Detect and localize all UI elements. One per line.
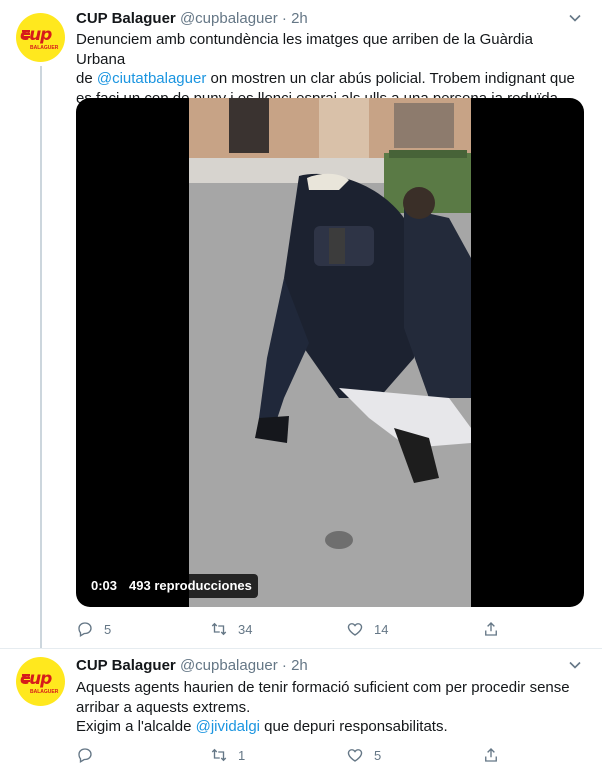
thread-connector-line: [40, 66, 42, 648]
caret-down-icon[interactable]: [568, 11, 582, 25]
video-info-badge: 0:03 493 reproducciones: [85, 574, 258, 598]
tweet-text-line: Denunciem amb contundència les imatges q…: [76, 31, 533, 68]
reply-icon: [78, 622, 92, 637]
author-handle[interactable]: @cupbalaguer: [180, 657, 278, 674]
tweet-header: CUP Balaguer @cupbalaguer · 2h: [76, 9, 308, 29]
text-segment: de: [76, 70, 97, 87]
share-icon: [485, 622, 497, 636]
avatar[interactable]: cup BALAGUER: [16, 13, 65, 62]
avatar-logo-subtitle: BALAGUER: [30, 689, 59, 695]
avatar-logo-text: cup: [20, 669, 52, 689]
tweet-header: CUP Balaguer @cupbalaguer · 2h: [76, 656, 308, 676]
tweet-text-line: Aquests agents haurien de tenir formació…: [76, 679, 570, 696]
share-icon: [485, 748, 497, 762]
retweet-button[interactable]: 34: [210, 619, 252, 639]
mention-link[interactable]: @ciutatbalaguer: [97, 70, 206, 87]
reply-button[interactable]: 5: [76, 619, 111, 639]
author-handle[interactable]: @cupbalaguer: [180, 10, 278, 27]
tweet-text-line: arribar a aquests extrems.: [76, 698, 251, 716]
tweet-text-line: de @ciutatbalaguer on mostren un clar ab…: [76, 69, 586, 89]
avatar-logo-subtitle: BALAGUER: [30, 45, 59, 51]
text-segment: on mostren un clar abús policial. Trobem…: [206, 70, 575, 87]
like-button[interactable]: 5: [346, 745, 381, 765]
tweet-text-line: Exigim a l'alcalde @jividalgi que depuri…: [76, 717, 586, 737]
tweet-text: Aquests agents haurien de tenir formació…: [76, 678, 586, 737]
author-name[interactable]: CUP Balaguer: [76, 10, 176, 27]
video-elapsed-time: 0:03: [91, 578, 118, 593]
text-segment: Exigim a l'alcalde: [76, 718, 196, 735]
timestamp[interactable]: 2h: [291, 657, 308, 674]
like-count: 14: [374, 621, 389, 637]
tweet[interactable]: cup BALAGUER CUP Balaguer @cupbalaguer ·…: [0, 0, 602, 648]
mention-link[interactable]: @jividalgi: [196, 718, 260, 735]
retweet-count: 34: [238, 621, 253, 637]
video-frame: [189, 98, 471, 607]
retweet-icon: [211, 748, 227, 762]
avatar-logo-text: cup: [20, 25, 52, 45]
like-button[interactable]: 14: [346, 619, 388, 639]
caret-down-icon[interactable]: [568, 658, 582, 672]
video-view-count: 493 reproducciones: [129, 578, 252, 593]
retweet-icon: [211, 622, 227, 636]
share-button[interactable]: [482, 745, 500, 765]
tweet-text: Denunciem amb contundència les imatges q…: [76, 30, 586, 108]
share-button[interactable]: [482, 619, 500, 639]
timestamp[interactable]: 2h: [291, 10, 308, 27]
video-player[interactable]: 0:03 493 reproducciones: [76, 98, 584, 607]
like-count: 5: [374, 747, 382, 763]
reply-count: 5: [104, 621, 112, 637]
separator-dot: ·: [281, 657, 287, 674]
avatar[interactable]: cup BALAGUER: [16, 657, 65, 706]
author-name[interactable]: CUP Balaguer: [76, 657, 176, 674]
separator-dot: ·: [281, 10, 287, 27]
video-still-image: [189, 98, 471, 607]
retweet-count: 1: [238, 747, 246, 763]
tweet-actions: 5 34 14: [76, 619, 516, 639]
like-icon: [347, 623, 363, 636]
like-icon: [347, 749, 363, 762]
reply-icon: [78, 748, 92, 763]
retweet-button[interactable]: 1: [210, 745, 245, 765]
text-segment: que depuri responsabilitats.: [260, 718, 448, 735]
tweet-actions: 1 5: [76, 745, 516, 765]
reply-button[interactable]: [76, 745, 104, 765]
tweet[interactable]: cup BALAGUER CUP Balaguer @cupbalaguer ·…: [0, 648, 602, 776]
